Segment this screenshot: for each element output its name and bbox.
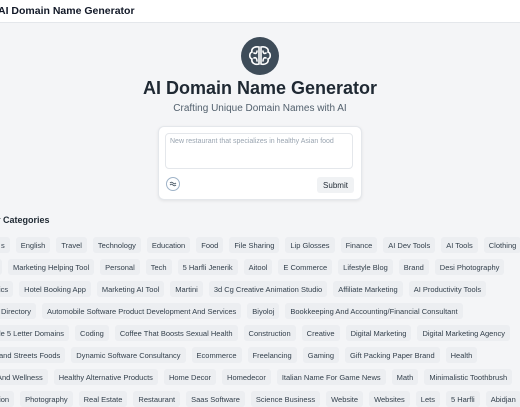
category-tag[interactable]: Minimalistic Toothbrush [424, 369, 513, 385]
category-tag[interactable]: Ecommerce [191, 347, 242, 363]
category-tag[interactable]: English [15, 237, 51, 253]
category-tag[interactable]: Photography [20, 391, 73, 407]
category-tag[interactable]: Automobile Software Product Development … [42, 303, 242, 319]
category-tag[interactable]: Technology [92, 237, 141, 253]
submit-button[interactable]: Submit [317, 177, 354, 193]
category-tag[interactable]: Construction [243, 325, 296, 341]
category-tag[interactable]: Affiliate Marketing [333, 281, 403, 297]
category-tag[interactable]: and Streets Foods [0, 347, 66, 363]
category-tag[interactable]: Coding [75, 325, 109, 341]
category-tag[interactable]: Food [196, 237, 224, 253]
category-tag[interactable]: Abidjan [485, 391, 520, 407]
category-tag[interactable]: Bookkeeping And Accounting/Financial Con… [285, 303, 463, 319]
category-row: Directory Automobile Software Product Dev… [0, 303, 463, 319]
category-tag[interactable]: AI Dev Tools [383, 237, 436, 253]
category-tag[interactable]: Travel [56, 237, 87, 253]
app-title[interactable]: AI Domain Name Generator [0, 5, 135, 17]
category-tag[interactable]: Freelancing [247, 347, 297, 363]
category-tag[interactable]: AI Productivity Tools [408, 281, 487, 297]
category-tag[interactable]: Lifestyle Blog [338, 259, 393, 275]
category-tag[interactable]: 3d Cg Creative Animation Studio [208, 281, 328, 297]
category-row: Marketing Helping Tool Personal Tech 5 Harf… [0, 259, 505, 275]
category-tag[interactable]: Education [146, 237, 191, 253]
category-tag[interactable]: Biyoloj [247, 303, 280, 319]
category-tag[interactable]: Gift Packing Paper Brand [345, 347, 440, 363]
category-tag[interactable]: Clothing [483, 237, 520, 253]
category-tag[interactable]: 5 Harfli Jenerik [177, 259, 238, 275]
category-tag[interactable]: Health [445, 347, 478, 363]
category-tag[interactable]: Coffee That Boosts Sexual Health [114, 325, 238, 341]
category-tag[interactable]: Healthy Alternative Products [53, 369, 158, 385]
category-tag[interactable]: Marketing Helping Tool [8, 259, 95, 275]
category-tag[interactable]: Aitool [243, 259, 273, 275]
category-row: s English Travel Technology Education Food Fil… [0, 237, 520, 253]
category-tag[interactable] [0, 259, 2, 275]
category-tag[interactable]: le 5 Letter Domains [0, 325, 70, 341]
category-tag[interactable]: tion [0, 391, 15, 407]
category-row: And Wellness Healthy Alternative Products… [0, 369, 513, 385]
category-tag[interactable]: Saas Software [186, 391, 245, 407]
category-tag[interactable]: 5 Harfli [445, 391, 480, 407]
category-row: ics Hotel Booking App Marketing AI Tool Mar… [0, 281, 487, 297]
category-tag[interactable]: Gaming [302, 347, 339, 363]
category-tag[interactable]: Desi Photography [434, 259, 505, 275]
category-tag[interactable]: And Wellness [0, 369, 48, 385]
category-tag[interactable]: s [0, 237, 10, 253]
category-tag[interactable]: Restaurant [133, 391, 181, 407]
category-tag[interactable]: Real Estate [78, 391, 128, 407]
microphone-button[interactable] [166, 177, 180, 191]
category-tag[interactable]: Marketing AI Tool [96, 281, 165, 297]
category-row: le 5 Letter Domains Coding Coffee That Boo… [0, 325, 510, 341]
category-tag[interactable]: Homedecor [222, 369, 271, 385]
category-tag[interactable]: Websites [369, 391, 410, 407]
category-tag[interactable]: Directory [0, 303, 37, 319]
category-tag[interactable]: Italian Name For Game News [276, 369, 386, 385]
category-tag[interactable]: Brand [398, 259, 429, 275]
category-tag[interactable]: Creative [301, 325, 340, 341]
page-title: AI Domain Name Generator [142, 78, 378, 98]
category-tag[interactable]: ics [0, 281, 14, 297]
category-tag[interactable]: Digital Marketing [345, 325, 412, 341]
category-tag[interactable]: Hotel Booking App [19, 281, 91, 297]
category-tag[interactable]: E Commerce [278, 259, 333, 275]
category-tag[interactable]: Website [326, 391, 364, 407]
category-tag[interactable]: Lets [415, 391, 440, 407]
category-tag[interactable]: Tech [145, 259, 172, 275]
category-tag[interactable]: File Sharing [229, 237, 280, 253]
top-bar: AI Domain Name Generator [0, 0, 520, 23]
category-tag[interactable]: Personal [100, 259, 140, 275]
brain-icon [240, 36, 280, 76]
microphone-icon [169, 181, 177, 187]
category-tag[interactable]: Martini [170, 281, 203, 297]
category-tag[interactable]: Digital Marketing Agency [417, 325, 510, 341]
category-tag[interactable]: Dynamic Software Consultancy [71, 347, 186, 363]
category-tag[interactable]: Science Business [250, 391, 321, 407]
category-tag[interactable]: Math [391, 369, 419, 385]
category-tag[interactable]: Lip Glosses [285, 237, 335, 253]
category-tag[interactable]: AI Tools [441, 237, 478, 253]
category-row: and Streets Foods Dynamic Software Consul… [0, 347, 478, 363]
page-subtitle: Crafting Unique Domain Names with AI [173, 103, 347, 114]
categories-heading: r Categories [0, 215, 50, 225]
search-card: Submit [158, 126, 362, 200]
category-row: tion Photography Real Estate Restaurant Saas… [0, 391, 520, 407]
category-tag[interactable]: Home Decor [163, 369, 217, 385]
domain-description-input[interactable] [165, 133, 353, 169]
category-tag[interactable]: Finance [340, 237, 378, 253]
